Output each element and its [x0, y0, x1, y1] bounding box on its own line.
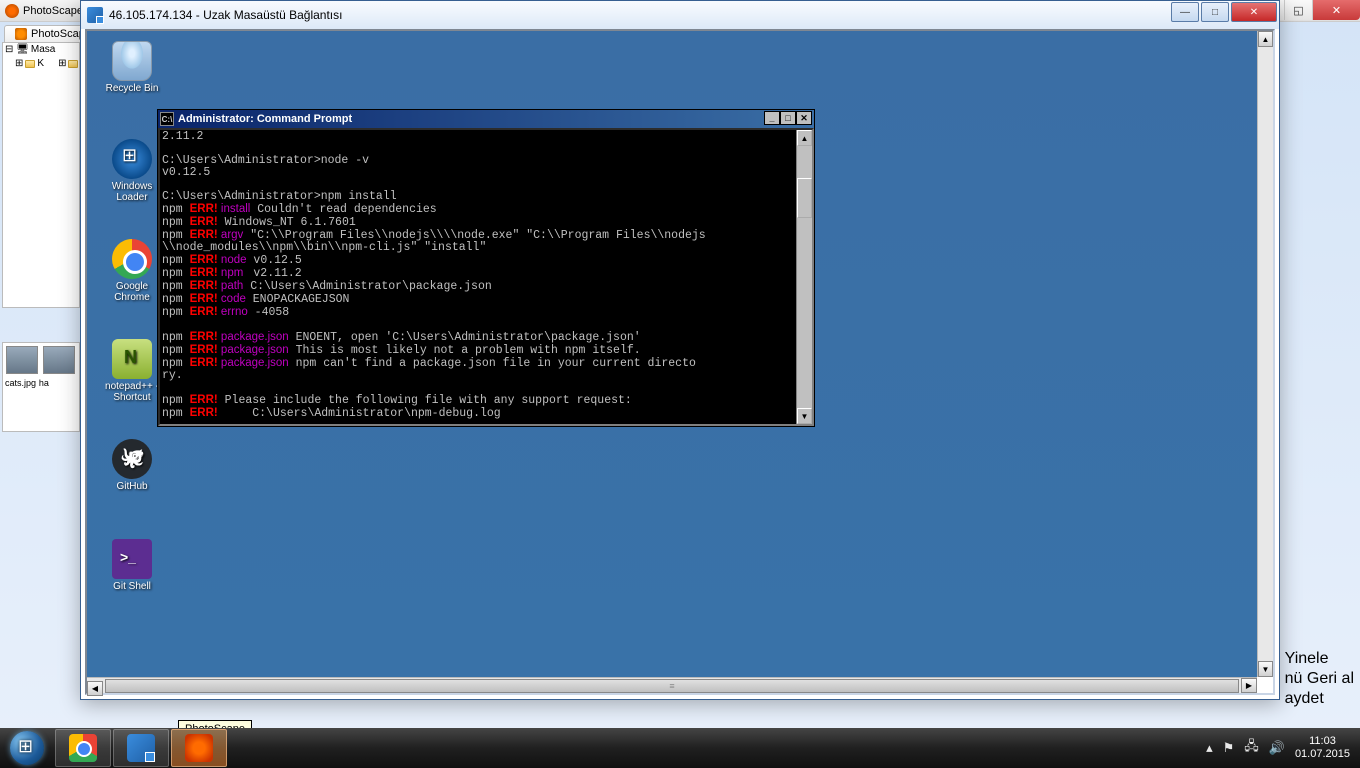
- cmd-minimize[interactable]: _: [764, 111, 780, 125]
- gitshell-label: Git Shell: [97, 581, 167, 592]
- npp-icon: [112, 339, 152, 379]
- tray-network-icon[interactable]: 🖧: [1244, 737, 1259, 759]
- rdp-minimize[interactable]: —: [1171, 2, 1199, 22]
- github-icon: [112, 439, 152, 479]
- redo-button[interactable]: nü Geri al: [1285, 670, 1354, 688]
- start-button[interactable]: [0, 728, 54, 768]
- photoscape-tab-icon: [15, 28, 27, 40]
- taskbar-chrome[interactable]: [55, 729, 111, 767]
- thumbnail-panel[interactable]: cats.jpg ha: [2, 342, 80, 432]
- thumb-1[interactable]: [6, 346, 38, 374]
- host-taskbar: ▴ ⚑ 🖧 🔊 11:03 01.07.2015: [0, 728, 1360, 768]
- desktop-icon-gitshell[interactable]: Git Shell: [97, 539, 167, 592]
- cmd-window: C:\ Administrator: Command Prompt _ □ ✕ …: [157, 109, 815, 427]
- rdp-maximize[interactable]: □: [1201, 2, 1229, 22]
- photoscape-taskbar-icon: [185, 734, 213, 762]
- tree-item-0[interactable]: ⊞ K: [5, 57, 46, 70]
- recycle-label: Recycle Bin: [97, 83, 167, 94]
- save-button[interactable]: aydet: [1285, 690, 1354, 708]
- chrome-icon: [112, 239, 152, 279]
- cmd-titlebar[interactable]: C:\ Administrator: Command Prompt _ □ ✕: [158, 110, 814, 128]
- cmd-scrollbar[interactable]: ▲ ▼: [796, 130, 812, 424]
- cmd-close[interactable]: ✕: [796, 111, 812, 125]
- rdp-titlebar[interactable]: 46.105.174.134 - Uzak Masaüstü Bağlantıs…: [81, 1, 1279, 29]
- github-label: GitHub: [97, 481, 167, 492]
- cmd-output[interactable]: 2.11.2 C:\Users\Administrator>node -v v0…: [160, 130, 796, 424]
- photoscape-icon: [5, 4, 19, 18]
- cmd-scroll-thumb[interactable]: [797, 178, 812, 218]
- winloader-icon: [112, 139, 152, 179]
- desktop-icon-github[interactable]: GitHub: [97, 439, 167, 492]
- rdp-hscrollbar[interactable]: ◀ ≡ ▶: [87, 677, 1257, 693]
- tree-root[interactable]: ⊟ 🖥 Masa: [3, 43, 79, 56]
- rdp-taskbar-icon: [127, 734, 155, 762]
- rdp-vscroll-down[interactable]: ▼: [1258, 661, 1273, 677]
- outer-close[interactable]: ✕: [1312, 0, 1360, 20]
- thumb-2-label: ha: [39, 378, 49, 388]
- rdp-title-text: 46.105.174.134 - Uzak Masaüstü Bağlantıs…: [109, 8, 342, 22]
- thumb-1-label: cats.jpg: [5, 378, 36, 388]
- taskbar-photoscape[interactable]: [171, 729, 227, 767]
- tray-date: 01.07.2015: [1295, 748, 1350, 761]
- rdp-close[interactable]: ✕: [1231, 2, 1277, 22]
- tray-clock[interactable]: 11:03 01.07.2015: [1295, 735, 1350, 761]
- rdp-vscroll-up[interactable]: ▲: [1258, 31, 1273, 47]
- cmd-scroll-up[interactable]: ▲: [797, 130, 812, 146]
- tray-flag-icon[interactable]: ⚑: [1223, 740, 1235, 756]
- cmd-maximize[interactable]: □: [780, 111, 796, 125]
- gitshell-icon: [112, 539, 152, 579]
- folder-tree[interactable]: ⊟ 🖥 Masa ⊞ K⊞ A⊞ B⊞ A⊞ ★ O⊞ ★ O⊞ P⊞ T⊞ T…: [2, 42, 80, 308]
- start-orb-icon: [10, 731, 44, 765]
- system-tray: ▴ ⚑ 🖧 🔊 11:03 01.07.2015: [1206, 728, 1360, 768]
- rdp-window: 46.105.174.134 - Uzak Masaüstü Bağlantıs…: [80, 0, 1280, 700]
- rdp-hscroll-right[interactable]: ▶: [1241, 678, 1257, 693]
- photoscape-title: PhotoScape: [23, 5, 83, 17]
- thumb-2[interactable]: [43, 346, 75, 374]
- cmd-icon: C:\: [160, 112, 174, 126]
- tray-volume-icon[interactable]: 🔊: [1269, 740, 1285, 756]
- tray-show-hidden-icon[interactable]: ▴: [1206, 740, 1213, 756]
- tray-time: 11:03: [1295, 735, 1350, 748]
- rdp-icon: [87, 7, 103, 23]
- desktop-icon-recycle[interactable]: Recycle Bin: [97, 41, 167, 94]
- recycle-icon: [112, 41, 152, 81]
- chrome-icon: [69, 734, 97, 762]
- rdp-hscroll-left[interactable]: ◀: [87, 681, 103, 696]
- rdp-hscroll-thumb[interactable]: ≡: [105, 679, 1239, 693]
- undo-button[interactable]: Yinele: [1285, 650, 1354, 668]
- rdp-vscrollbar[interactable]: ▲ ▼: [1257, 31, 1273, 677]
- outer-maximize[interactable]: ◱: [1284, 0, 1312, 20]
- cmd-title-text: Administrator: Command Prompt: [178, 113, 352, 125]
- taskbar-rdp[interactable]: [113, 729, 169, 767]
- photoscape-tab-label: PhotoScap: [31, 28, 85, 40]
- tree-item-1[interactable]: ⊞ A: [48, 57, 80, 70]
- cmd-scroll-down[interactable]: ▼: [797, 408, 812, 424]
- remote-desktop[interactable]: Recycle BinWindows LoaderGoogle Chromeno…: [87, 31, 1257, 677]
